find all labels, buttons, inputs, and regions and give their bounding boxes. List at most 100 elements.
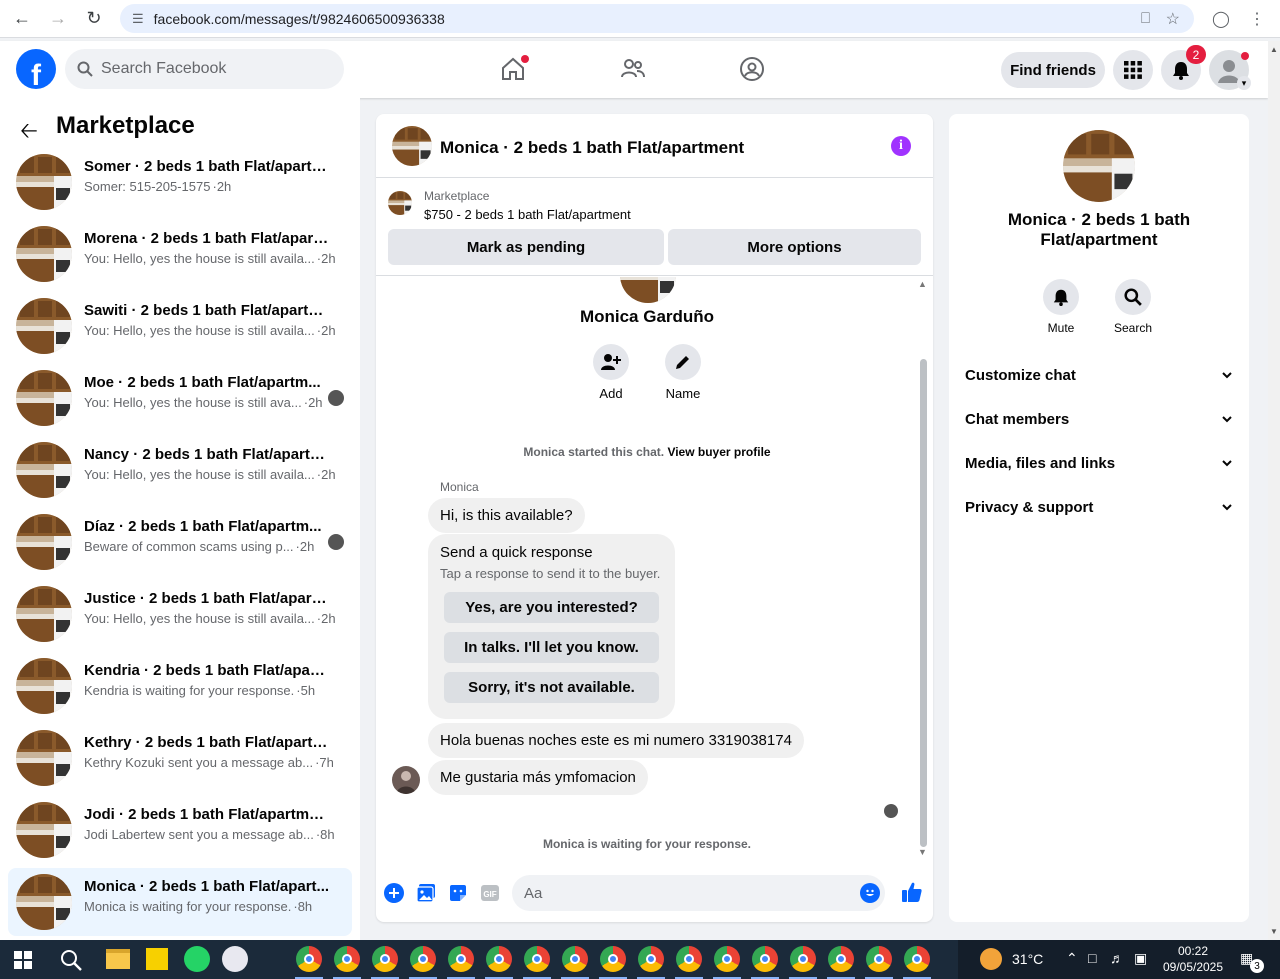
menu-dots-icon[interactable]: ⋮ — [1242, 4, 1272, 34]
mute-action[interactable]: Mute — [1031, 279, 1091, 335]
conversation-item[interactable]: Morena · 2 beds 1 bath Flat/apart... You:… — [8, 220, 352, 288]
chrome-taskbar-icon[interactable] — [334, 946, 360, 972]
quick-response-option[interactable]: In talks. I'll let you know. — [444, 632, 659, 663]
battery-icon[interactable]: □ — [1088, 950, 1096, 966]
gif-icon[interactable]: GIF — [479, 882, 501, 904]
app-icon[interactable] — [222, 946, 248, 972]
listing-thumbnail[interactable] — [388, 191, 412, 215]
chrome-taskbar-icon[interactable] — [828, 946, 854, 972]
start-icon[interactable] — [14, 951, 32, 969]
conversation-item[interactable]: Díaz · 2 beds 1 bath Flat/apartm... Bewar… — [8, 508, 352, 576]
chrome-taskbar-icon[interactable] — [714, 946, 740, 972]
section-label: Customize chat — [965, 367, 1076, 384]
chrome-taskbar-icon[interactable] — [752, 946, 778, 972]
message-input-box[interactable] — [512, 875, 885, 911]
plus-icon[interactable] — [383, 882, 405, 904]
chrome-taskbar-icon[interactable] — [410, 946, 436, 972]
snippet-time: ·8h — [293, 899, 313, 914]
chrome-taskbar-icon[interactable] — [372, 946, 398, 972]
quick-response-option[interactable]: Yes, are you interested? — [444, 592, 659, 623]
conversation-item[interactable]: Kendria · 2 beds 1 bath Flat/apart... Ken… — [8, 652, 352, 720]
conversation-item[interactable]: Justice · 2 beds 1 bath Flat/apartm... Yo… — [8, 580, 352, 648]
account-avatar[interactable]: ▾ — [1209, 50, 1251, 90]
more-options-button[interactable]: More options — [668, 229, 921, 265]
back-icon[interactable]: ← — [4, 1, 40, 37]
taskbar-search-icon[interactable] — [60, 949, 82, 976]
media-files-section[interactable]: Media, files and links — [965, 455, 1233, 479]
reload-icon[interactable]: ↻ — [76, 1, 112, 37]
listing-price[interactable]: $750 - 2 beds 1 bath Flat/apartment — [424, 207, 631, 222]
home-icon[interactable] — [493, 49, 533, 89]
page-scrollbar[interactable]: ▲ ▼ — [1268, 41, 1280, 940]
profile-icon[interactable]: ◯ — [1206, 4, 1236, 34]
snippet-text: You: Hello, yes the house is still avail… — [84, 323, 315, 338]
message-bubble[interactable]: Hola buenas noches este es mi numero 331… — [428, 723, 804, 758]
conversation-item[interactable]: Nancy · 2 beds 1 bath Flat/apartm... You:… — [8, 436, 352, 504]
conversation-item[interactable]: Jodi · 2 beds 1 bath Flat/apartment Jodi … — [8, 796, 352, 864]
quick-response-title: Send a quick response — [440, 544, 593, 561]
menu-grid-icon[interactable] — [1113, 50, 1153, 90]
view-buyer-profile-link[interactable]: View buyer profile — [667, 445, 770, 459]
volume-icon[interactable]: ♬ — [1110, 950, 1124, 966]
customize-chat-section[interactable]: Customize chat — [965, 367, 1233, 391]
photo-icon[interactable] — [415, 882, 437, 904]
sticky-notes-icon[interactable] — [146, 948, 168, 970]
file-explorer-icon[interactable] — [106, 949, 130, 969]
chat-title[interactable]: Monica · 2 beds 1 bath Flat/apartment — [440, 138, 744, 158]
listing-card: Marketplace $750 - 2 beds 1 bath Flat/ap… — [376, 178, 933, 276]
clock[interactable]: 00:22 09/05/2025 — [1158, 943, 1228, 975]
chrome-taskbar-icon[interactable] — [448, 946, 474, 972]
sticker-icon[interactable] — [447, 882, 469, 904]
temperature[interactable]: 31°C — [1012, 951, 1043, 967]
chrome-taskbar-icon[interactable] — [296, 946, 322, 972]
like-icon[interactable] — [900, 880, 924, 904]
groups-icon[interactable] — [732, 49, 772, 89]
chrome-taskbar-icon[interactable] — [638, 946, 664, 972]
chrome-taskbar-icon[interactable] — [600, 946, 626, 972]
chrome-taskbar-icon[interactable] — [486, 946, 512, 972]
info-icon[interactable]: i — [891, 136, 911, 156]
message-scrollbar[interactable]: ▲ ▼ — [918, 279, 928, 857]
message-input[interactable] — [524, 884, 844, 902]
chrome-taskbar-icon[interactable] — [676, 946, 702, 972]
weather-icon[interactable] — [980, 948, 1002, 970]
friends-icon[interactable] — [613, 49, 653, 89]
find-friends-button[interactable]: Find friends — [1001, 52, 1105, 88]
chrome-taskbar-icon[interactable] — [904, 946, 930, 972]
search-box[interactable] — [65, 49, 344, 89]
chrome-taskbar-icon[interactable] — [866, 946, 892, 972]
facebook-logo-icon[interactable]: f — [16, 49, 56, 89]
conversation-item[interactable]: Sawiti · 2 beds 1 bath Flat/apartme... Yo… — [8, 292, 352, 360]
sender-avatar[interactable] — [392, 766, 420, 794]
quick-response-option[interactable]: Sorry, it's not available. — [444, 672, 659, 703]
star-icon[interactable]: ☆ — [1166, 9, 1180, 29]
name-action[interactable]: Name — [653, 344, 713, 401]
mark-pending-button[interactable]: Mark as pending — [388, 229, 664, 265]
network-icon[interactable]: ▣ — [1134, 950, 1147, 967]
message-bubble[interactable]: Me gustaria más ymfomacion — [428, 760, 648, 795]
conversation-item[interactable]: Kethry · 2 beds 1 bath Flat/apartm... Ket… — [8, 724, 352, 792]
search-input[interactable] — [101, 60, 321, 78]
privacy-support-section[interactable]: Privacy & support — [965, 499, 1233, 523]
conversation-item[interactable]: Monica · 2 beds 1 bath Flat/apart... Moni… — [8, 868, 352, 936]
chrome-taskbar-icon[interactable] — [790, 946, 816, 972]
chrome-taskbar-icon[interactable] — [562, 946, 588, 972]
emoji-icon[interactable] — [860, 883, 880, 903]
message-bubble[interactable]: Hi, is this available? — [428, 498, 585, 533]
add-action[interactable]: Add — [581, 344, 641, 401]
site-settings-icon[interactable]: ☰ — [132, 11, 144, 27]
install-icon[interactable]: ⎕ — [1141, 10, 1150, 27]
search-action[interactable]: Search — [1103, 279, 1163, 335]
address-bar[interactable]: ☰ facebook.com/messages/t/98246065009363… — [120, 4, 1194, 33]
forward-icon[interactable]: → — [40, 1, 76, 37]
back-arrow-icon[interactable]: 🡠 — [20, 114, 38, 152]
chat-members-section[interactable]: Chat members — [965, 411, 1233, 435]
chat-thumbnail[interactable] — [392, 126, 432, 166]
conversation-item[interactable]: Moe · 2 beds 1 bath Flat/apartm... You: H… — [8, 364, 352, 432]
whatsapp-icon[interactable] — [184, 946, 210, 972]
show-hidden-icon[interactable]: ⌃ — [1066, 950, 1078, 967]
chrome-taskbar-icon[interactable] — [524, 946, 550, 972]
account-chevron-icon[interactable]: ▾ — [1237, 76, 1251, 90]
listing-avatar[interactable] — [1063, 130, 1135, 202]
conversation-item[interactable]: Somer · 2 beds 1 bath Flat/apartm... Some… — [8, 148, 352, 216]
